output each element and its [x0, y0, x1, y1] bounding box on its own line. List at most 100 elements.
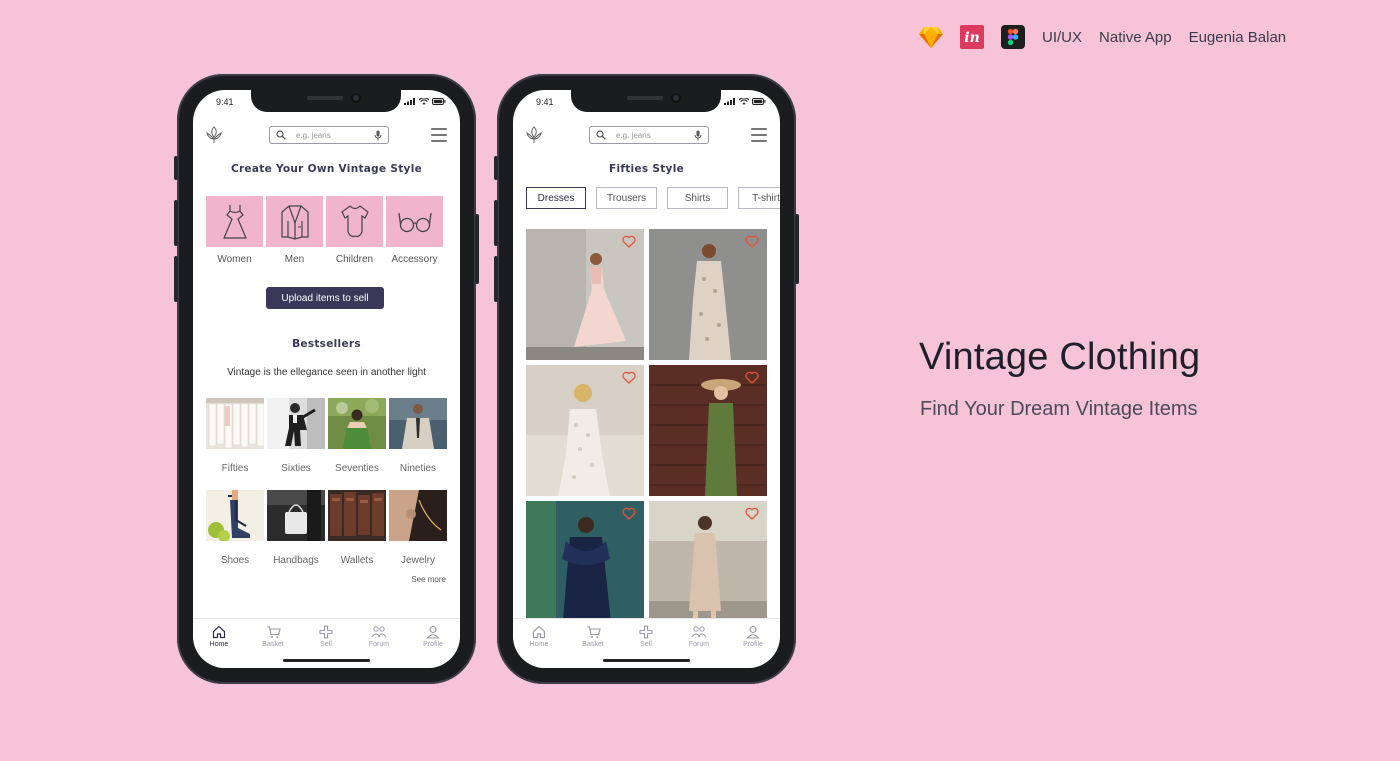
era-label: Sixties [281, 463, 311, 474]
home-title: Create Your Own Vintage Style [230, 163, 423, 175]
battery-icon [432, 98, 446, 105]
phone-fifties: 9:41 e.g. jeans Fifties Style Dresses Tr… [494, 74, 799, 684]
top-bar: in UI/UX Native App Eugenia Balan [919, 24, 1286, 50]
microphone-icon[interactable] [694, 130, 702, 141]
tab-label: Home [209, 641, 229, 648]
jewelry-image [389, 490, 447, 541]
wallets-image [328, 490, 386, 541]
favorite-heart-icon[interactable] [622, 507, 636, 520]
category-accessory[interactable]: Accessory [386, 196, 443, 265]
tab-home[interactable]: Home [519, 625, 559, 648]
wifi-icon [419, 98, 429, 105]
tab-profile[interactable]: Profile [733, 625, 773, 648]
sketch-icon [919, 25, 943, 49]
floral-dress-photo [649, 229, 767, 360]
product-card[interactable] [649, 365, 767, 496]
see-more-link[interactable]: See more [411, 575, 446, 584]
home-indicator [283, 659, 370, 662]
hamburger-menu-icon[interactable] [751, 128, 767, 142]
era-seventies[interactable]: Seventies [328, 398, 386, 474]
accessory-shoes[interactable]: Shoes [206, 490, 264, 566]
category-men[interactable]: Men [266, 196, 323, 265]
category-women[interactable]: Women [206, 196, 263, 265]
bestsellers-tagline: Vintage is the ellegance seen in another… [227, 367, 426, 378]
signal-icon [724, 98, 735, 105]
lace-dress-photo [526, 365, 644, 496]
tab-label: Sell [640, 641, 652, 648]
home-icon [532, 625, 546, 639]
category-children[interactable]: Children [326, 196, 383, 265]
tab-profile[interactable]: Profile [413, 625, 453, 648]
accessory-jewelry[interactable]: Jewelry [389, 490, 447, 566]
leaf-logo-icon[interactable] [206, 126, 222, 144]
search-input[interactable]: e.g. jeans [269, 126, 389, 144]
era-row: Fifties Sixties Seventies Nineties [206, 398, 447, 474]
category-label: Children [335, 254, 374, 265]
invision-icon: in [960, 25, 984, 49]
era-fifties[interactable]: Fifties [206, 398, 265, 474]
tab-label: Profile [743, 641, 763, 648]
meta-author: Eugenia Balan [1188, 28, 1287, 46]
tab-forum[interactable]: Forum [679, 625, 719, 648]
tab-basket[interactable]: Basket [573, 625, 613, 648]
tab-label: Home [529, 641, 549, 648]
basket-icon [266, 626, 281, 638]
era-nineties[interactable]: Nineties [389, 398, 447, 474]
era-sixties[interactable]: Sixties [267, 398, 325, 474]
forum-icon [371, 626, 387, 638]
favorite-heart-icon[interactable] [745, 235, 759, 248]
chip-tshirts[interactable]: T-shirts [738, 187, 780, 209]
product-card[interactable] [526, 501, 644, 632]
product-card[interactable] [526, 229, 644, 360]
tab-basket[interactable]: Basket [253, 625, 293, 648]
favorite-heart-icon[interactable] [745, 371, 759, 384]
plus-icon [319, 625, 333, 639]
meta-discipline: UI/UX [1042, 28, 1083, 46]
tab-sell[interactable]: Sell [306, 625, 346, 648]
jacket-icon [280, 204, 309, 240]
accessory-handbags[interactable]: Handbags [267, 490, 325, 566]
tab-sell[interactable]: Sell [626, 625, 666, 648]
chip-dresses[interactable]: Dresses [526, 187, 586, 209]
tab-label: Forum [688, 641, 710, 648]
meta-platform: Native App [1099, 28, 1172, 46]
mute-switch [494, 156, 498, 180]
hamburger-menu-icon[interactable] [431, 128, 447, 142]
tab-label: Sell [320, 641, 332, 648]
microphone-icon[interactable] [374, 130, 382, 141]
favorite-heart-icon[interactable] [622, 371, 636, 384]
status-icons [724, 98, 766, 105]
upload-items-button[interactable]: Upload items to sell [266, 287, 384, 309]
notch [251, 90, 401, 112]
accessory-label: Jewelry [401, 555, 435, 566]
power-button [475, 214, 479, 284]
status-icons [404, 98, 446, 105]
search-icon [596, 130, 606, 140]
battery-icon [752, 98, 766, 105]
search-placeholder: e.g. jeans [616, 130, 651, 140]
tab-forum[interactable]: Forum [359, 625, 399, 648]
favorite-heart-icon[interactable] [745, 507, 759, 520]
basket-icon [586, 626, 601, 638]
chip-trousers[interactable]: Trousers [596, 187, 657, 209]
app-bar: e.g. jeans [513, 124, 780, 148]
favorite-heart-icon[interactable] [622, 235, 636, 248]
hero-subtitle: Find Your Dream Vintage Items [920, 398, 1198, 420]
home-indicator [603, 659, 690, 662]
chip-shirts[interactable]: Shirts [667, 187, 728, 209]
accessory-wallets[interactable]: Wallets [328, 490, 386, 566]
product-card[interactable] [649, 501, 767, 632]
tab-home[interactable]: Home [199, 625, 239, 648]
nineties-man-image [389, 398, 447, 449]
app-bar: e.g. jeans [193, 124, 460, 148]
leaf-logo-icon[interactable] [526, 126, 542, 144]
accessory-row: Shoes Handbags Wallets Jewelry [206, 490, 447, 566]
dress-icon [222, 204, 247, 239]
era-label: Nineties [399, 463, 437, 474]
search-input[interactable]: e.g. jeans [589, 126, 709, 144]
product-card[interactable] [526, 365, 644, 496]
figma-icon [1001, 25, 1025, 49]
beige-dress-photo [649, 501, 767, 632]
product-card[interactable] [649, 229, 767, 360]
category-label: Men [284, 254, 305, 265]
